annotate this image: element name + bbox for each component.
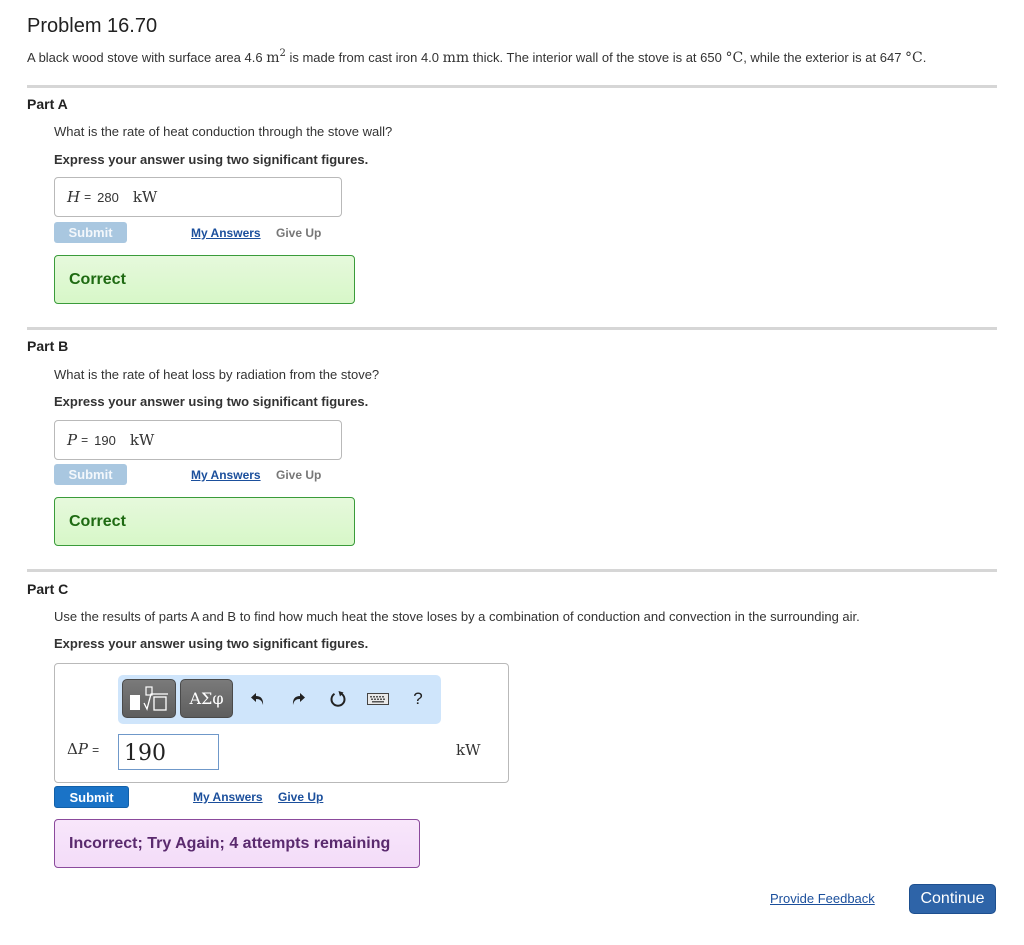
undo-button[interactable] [248, 686, 268, 712]
part-c-instruction: Express your answer using two significan… [54, 636, 369, 651]
answer-unit: kW [132, 188, 158, 206]
part-a-instruction: Express your answer using two significan… [54, 152, 369, 167]
statement-text: thick. The interior wall of the stove is… [469, 50, 726, 65]
part-a-answer-box: H = 280 kW [54, 177, 342, 217]
unit-m: m2 [266, 48, 286, 67]
part-c-my-answers-link[interactable]: My Answers [193, 790, 263, 804]
divider [27, 327, 997, 330]
part-a-question: What is the rate of heat conduction thro… [54, 124, 393, 139]
part-b-title: Part B [27, 338, 69, 354]
problem-statement: A black wood stove with surface area 4.6… [27, 48, 927, 67]
equals-sign: = [81, 433, 89, 447]
continue-button[interactable]: Continue [909, 884, 996, 914]
reset-button[interactable] [328, 686, 348, 712]
part-b-submit-button[interactable]: Submit [54, 464, 127, 485]
math-templates-button[interactable] [122, 679, 176, 718]
redo-icon [292, 693, 305, 705]
part-b-answer-box: P = 190 kW [54, 420, 342, 460]
divider [27, 85, 997, 88]
part-c-answer-input[interactable] [118, 734, 219, 770]
part-c-question: Use the results of parts A and B to find… [54, 609, 860, 624]
statement-text: , while the exterior is at 647 [743, 50, 906, 65]
delta-symbol: Δ [67, 740, 78, 758]
answer-variable: P [67, 431, 78, 449]
part-c-give-up-link[interactable]: Give Up [278, 790, 323, 804]
unit-celsius: °C [725, 50, 744, 66]
statement-text: A black wood stove with surface area 4.6 [27, 50, 267, 65]
keyboard-icon [367, 693, 389, 705]
part-c-submit-button[interactable]: Submit [54, 786, 129, 808]
part-b-question: What is the rate of heat loss by radiati… [54, 367, 380, 382]
part-b-feedback-correct: Correct [54, 497, 355, 546]
answer-value: 190 [94, 432, 116, 448]
part-b-give-up-link: Give Up [276, 468, 322, 482]
part-a-submit-button[interactable]: Submit [54, 222, 127, 243]
answer-variable: P [77, 740, 88, 758]
statement-text: is made from cast iron 4.0 [285, 50, 443, 65]
provide-feedback-link[interactable]: Provide Feedback [770, 891, 875, 906]
part-a-give-up-link: Give Up [276, 226, 322, 240]
part-b-instruction: Express your answer using two significan… [54, 394, 369, 409]
equals-sign: = [84, 190, 92, 204]
math-templates-icon [130, 685, 168, 711]
reset-icon [330, 691, 346, 707]
undo-icon [251, 693, 264, 705]
part-c-feedback-incorrect: Incorrect; Try Again; 4 attempts remaini… [54, 819, 420, 868]
keyboard-button[interactable] [366, 686, 390, 712]
part-b-my-answers-link[interactable]: My Answers [191, 468, 261, 482]
redo-button[interactable] [288, 686, 308, 712]
answer-variable: H [67, 188, 81, 206]
symbols-button[interactable]: ΑΣφ [180, 679, 233, 718]
answer-value: 280 [97, 189, 119, 205]
part-a-title: Part A [27, 96, 68, 112]
divider [27, 569, 997, 572]
unit-mm: mm [442, 50, 470, 66]
part-a-feedback-correct: Correct [54, 255, 355, 304]
answer-unit: kW [129, 431, 155, 449]
part-c-title: Part C [27, 581, 69, 597]
equals-sign: = [92, 743, 100, 757]
help-button[interactable]: ? [408, 686, 428, 712]
part-a-my-answers-link[interactable]: My Answers [191, 226, 261, 240]
part-c-unit: kW [456, 741, 481, 759]
part-c-variable-label: ΔP = [67, 740, 99, 758]
problem-title: Problem 16.70 [27, 15, 158, 37]
unit-celsius: °C [905, 50, 923, 66]
